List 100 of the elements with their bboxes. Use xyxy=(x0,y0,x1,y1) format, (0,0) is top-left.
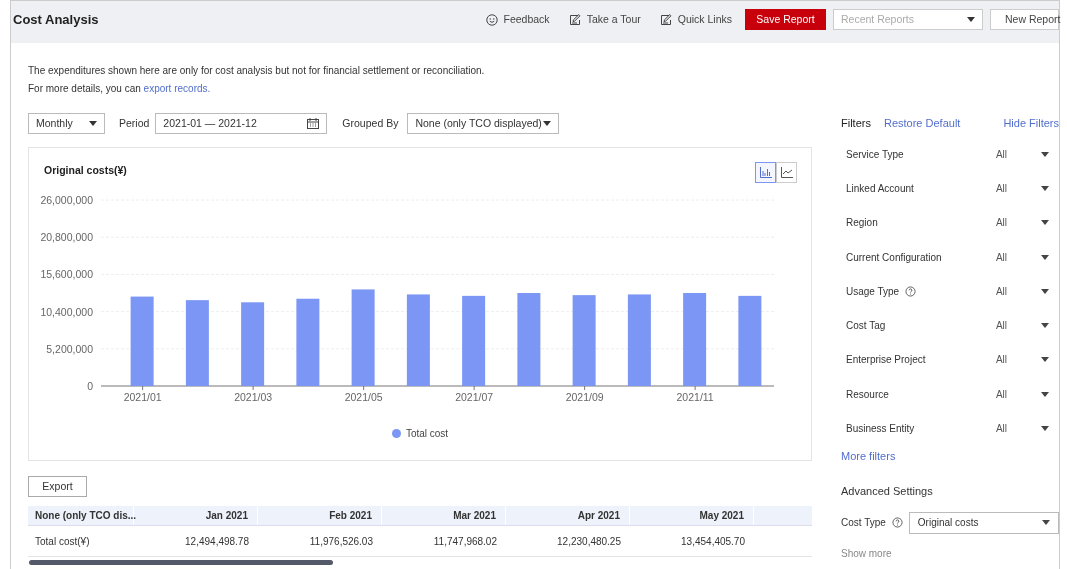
filter-row[interactable]: Cost Tag All xyxy=(841,308,1059,343)
filter-value: All xyxy=(995,422,1007,436)
header-link[interactable]: Quick Links xyxy=(659,11,732,28)
calendar-icon xyxy=(307,118,320,129)
header-link[interactable]: Feedback xyxy=(485,11,550,28)
bar-chart-icon xyxy=(759,167,772,178)
filters-title: Filters xyxy=(841,116,871,132)
filter-value: All xyxy=(995,181,1007,196)
export-records-link[interactable]: export records. xyxy=(143,83,211,94)
column-header: Apr 2021 xyxy=(506,506,630,525)
y-axis-label: 10,400,000 xyxy=(40,305,93,318)
filter-row[interactable]: Usage Type All xyxy=(841,274,1059,309)
x-axis-label: 2021/01 xyxy=(123,391,162,401)
y-axis-label: 5,200,000 xyxy=(46,342,93,355)
line-chart-toggle[interactable] xyxy=(776,162,797,183)
notice-text: For more details, you can export records. xyxy=(28,82,212,96)
filter-row[interactable]: Resource All xyxy=(841,377,1059,412)
table-cell-text: 12,494,498.78 xyxy=(184,534,250,549)
line-chart-icon xyxy=(780,167,793,178)
table-cell-text: 12,230,480.25 xyxy=(556,534,622,549)
caret-icon xyxy=(1041,254,1049,260)
caret-icon xyxy=(1041,426,1049,431)
notice-text: The expenditures shown here are only for cost analysis but not for financial settlement or reconciliation. xyxy=(28,64,486,78)
column-header: None (only TCO dis... xyxy=(28,506,134,525)
hide-filters-link[interactable]: Hide Filters xyxy=(1003,115,1059,132)
filter-label: Enterprise Project xyxy=(846,353,926,368)
y-axis-label: 20,800,000 xyxy=(40,231,93,244)
grouped-by-select[interactable]: None (only TCO displayed) xyxy=(407,113,560,134)
filter-value: All xyxy=(995,387,1007,402)
legend-dot xyxy=(391,429,401,438)
filter-label: Usage Type xyxy=(846,284,900,299)
filter-label: Region xyxy=(846,216,878,231)
caret-icon xyxy=(1041,220,1049,226)
table-cell-text: 11,747,968.02 xyxy=(432,534,498,549)
edit-icon xyxy=(659,13,672,26)
period-label: Period xyxy=(119,115,150,131)
filter-value: All xyxy=(995,147,1007,162)
save-report-button[interactable]: Save Report xyxy=(745,9,826,30)
caret-icon xyxy=(1041,323,1049,329)
granularity-select[interactable]: Monthly xyxy=(28,113,105,134)
filter-label: Current Configuration xyxy=(846,250,942,265)
section-title: Advanced Settings xyxy=(841,484,934,500)
filter-label: Service Type xyxy=(846,147,904,162)
edit-icon xyxy=(568,13,581,26)
help-icon xyxy=(905,285,917,297)
filter-label: Resource xyxy=(846,387,889,402)
caret-icon xyxy=(967,17,975,22)
filter-value: All xyxy=(995,284,1007,299)
y-axis-label: 0 xyxy=(87,380,93,392)
new-report-button[interactable]: New Report xyxy=(990,9,1059,30)
show-more-link[interactable]: Show more xyxy=(841,545,1059,561)
chart-title: Original costs(¥) xyxy=(44,164,127,176)
filter-row[interactable]: Linked Account All xyxy=(841,171,1059,206)
legend-label: Total cost xyxy=(405,427,449,441)
period-field[interactable]: 2021-01 — 2021-12 xyxy=(155,113,328,134)
bar-chart-toggle[interactable] xyxy=(755,162,776,183)
caret-icon xyxy=(1041,288,1049,294)
filter-row[interactable]: Region All xyxy=(841,205,1059,240)
filter-row[interactable]: Enterprise Project All xyxy=(841,342,1059,378)
table-cell-text: 13,454,405.70 xyxy=(680,534,746,549)
page-title: Cost Analysis xyxy=(13,11,99,29)
y-axis-label: 15,600,000 xyxy=(40,268,93,281)
caret-icon xyxy=(89,121,97,126)
scrollbar[interactable] xyxy=(29,560,333,565)
filter-label: Business Entity xyxy=(846,422,915,436)
table-cell-text: 11,976,526.03 xyxy=(308,534,374,549)
caret-icon xyxy=(543,121,552,126)
filter-row[interactable]: Business Entity All xyxy=(841,411,1059,446)
x-axis-label: 2021/05 xyxy=(344,391,383,401)
more-filters-link[interactable]: More filters xyxy=(841,447,1059,465)
column-header: May 2021 xyxy=(630,506,754,525)
filter-label: Linked Account xyxy=(846,181,914,196)
caret-icon xyxy=(1042,520,1050,526)
filter-row[interactable]: Service Type All xyxy=(841,137,1059,172)
column-header: Feb 2021 xyxy=(258,506,382,525)
caret-icon xyxy=(1041,357,1049,363)
export-button[interactable]: Export xyxy=(28,476,87,497)
caret-icon xyxy=(1041,185,1049,191)
filter-label: Cost Tag xyxy=(846,319,886,334)
smiley-icon xyxy=(485,13,498,26)
grouped-by-label: Grouped By xyxy=(342,115,399,131)
y-axis-label: 26,000,000 xyxy=(40,194,93,206)
filter-value: All xyxy=(995,216,1007,231)
restore-default-link[interactable]: Restore Default xyxy=(883,115,961,132)
help-icon xyxy=(891,517,903,529)
x-axis-label: 2021/11 xyxy=(676,391,714,401)
cost-type-select[interactable]: Original costs xyxy=(908,511,1059,534)
table-cell-text: Total cost(¥) xyxy=(34,534,91,549)
filter-value: All xyxy=(995,250,1007,265)
x-axis-label: 2021/03 xyxy=(234,391,273,401)
x-axis-label: 2021/07 xyxy=(455,391,494,401)
cost-type-label: Cost Type xyxy=(841,516,886,531)
filter-row[interactable]: Current Configuration All xyxy=(841,239,1059,275)
caret-icon xyxy=(1041,151,1049,157)
filter-value: All xyxy=(995,353,1007,368)
caret-icon xyxy=(1041,391,1049,397)
x-axis-label: 2021/09 xyxy=(565,391,604,401)
column-header: Mar 2021 xyxy=(382,506,506,525)
header-link[interactable]: Take a Tour xyxy=(568,11,641,28)
filter-value: All xyxy=(995,319,1007,334)
